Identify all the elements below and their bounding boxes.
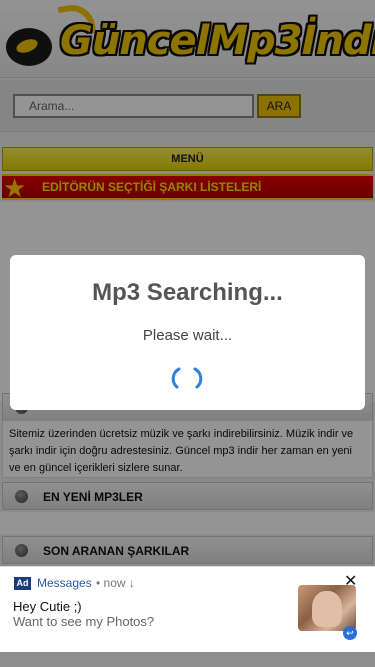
ad-app-name: Messages bbox=[37, 576, 92, 590]
reply-arrow-icon: ↩ bbox=[343, 626, 357, 640]
ad-body: Want to see my Photos? bbox=[13, 614, 155, 629]
dialog-title: Mp3 Searching... bbox=[92, 279, 283, 306]
ad-banner[interactable]: Ad Messages • now ↓ ✕ Hey Cutie ;) Want … bbox=[0, 566, 375, 652]
ad-badge: Ad bbox=[14, 577, 31, 590]
ad-title: Hey Cutie ;) bbox=[13, 599, 82, 614]
ad-thumbnail[interactable] bbox=[298, 585, 356, 631]
loading-spinner-icon bbox=[171, 367, 203, 389]
loading-dialog: Mp3 Searching... Please wait... bbox=[10, 255, 365, 410]
dialog-subtitle: Please wait... bbox=[142, 327, 233, 344]
ad-meta: • now ↓ bbox=[96, 576, 135, 590]
